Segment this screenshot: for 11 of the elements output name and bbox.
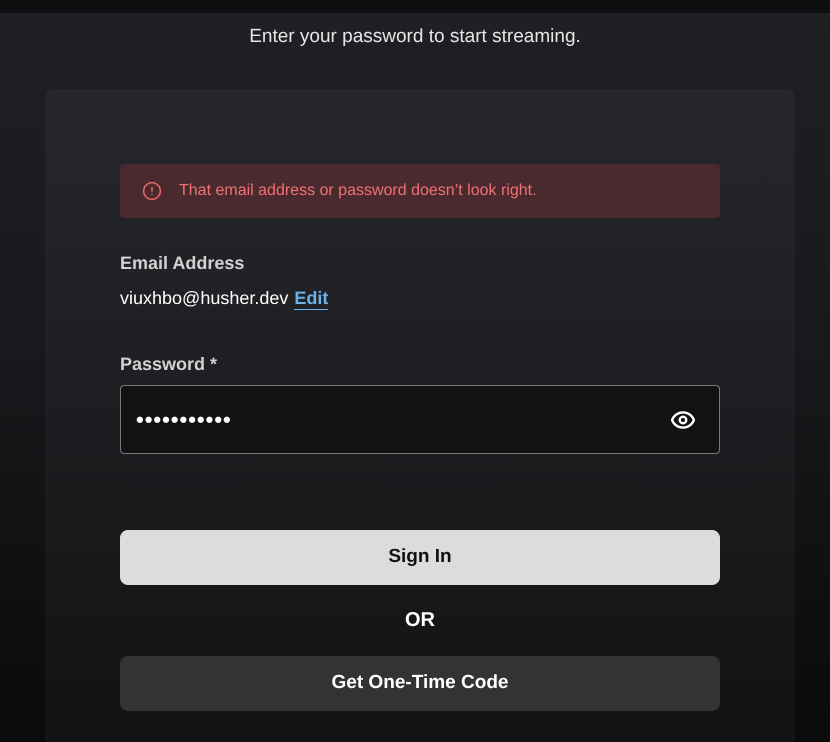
email-label: Email Address: [120, 253, 244, 273]
alert-icon: [142, 181, 162, 201]
password-label: Password *: [120, 354, 218, 374]
error-message: That email address or password doesn’t look right.: [179, 181, 537, 201]
or-separator: OR: [405, 608, 435, 632]
sign-in-button[interactable]: Sign In: [120, 530, 720, 585]
password-field[interactable]: •••••••••••: [120, 385, 720, 454]
email-value: viuxhbo@husher.dev: [120, 287, 288, 309]
edit-link[interactable]: Edit: [294, 287, 328, 310]
subtitle: Enter your password to start streaming.: [249, 25, 581, 49]
one-time-code-button[interactable]: Get One-Time Code: [120, 656, 720, 711]
